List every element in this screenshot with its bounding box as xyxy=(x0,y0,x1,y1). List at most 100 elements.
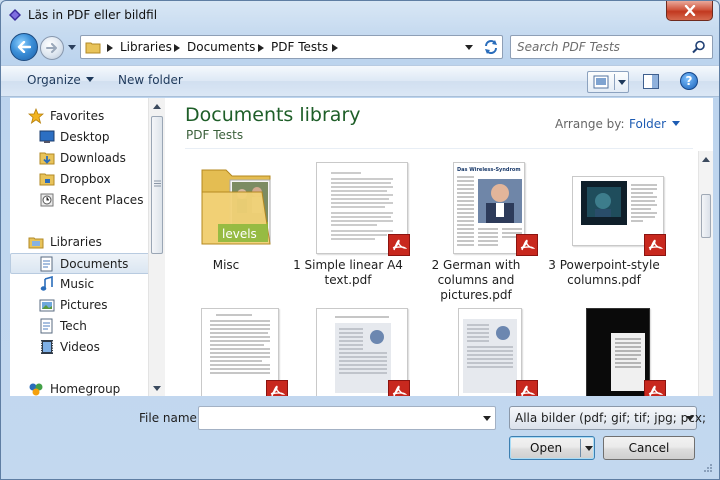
chevron-right-icon[interactable] xyxy=(107,44,113,52)
pdf-thumbnail xyxy=(316,308,410,396)
nav-pictures-label: Pictures xyxy=(60,298,108,312)
pdf-icon xyxy=(266,380,288,396)
address-history-dropdown-icon[interactable] xyxy=(464,45,474,51)
pdf-icon xyxy=(644,234,666,256)
folder-icon: levels xyxy=(201,169,271,245)
nav-pictures[interactable]: Pictures xyxy=(10,295,150,316)
music-icon xyxy=(40,276,53,291)
close-icon xyxy=(684,5,695,16)
close-button[interactable] xyxy=(666,1,713,21)
recent-locations-dropdown-icon[interactable] xyxy=(67,43,77,51)
nav-recent-places[interactable]: Recent Places xyxy=(10,190,150,211)
preview-pane-icon[interactable] xyxy=(643,74,659,89)
pdf-icon xyxy=(388,234,410,256)
pdf-thumbnail xyxy=(572,162,666,256)
arrange-by-dropdown[interactable]: Folder xyxy=(629,117,681,131)
nav-libraries[interactable]: Libraries xyxy=(10,232,150,253)
cancel-button-label: Cancel xyxy=(628,441,670,455)
open-button-label: Open xyxy=(530,441,563,455)
nav-documents[interactable]: Documents xyxy=(10,253,150,274)
search-icon[interactable] xyxy=(692,40,706,54)
app-diamond-icon xyxy=(9,9,21,21)
chevron-right-icon[interactable] xyxy=(332,44,338,52)
nav-desktop[interactable]: Desktop xyxy=(10,127,150,148)
breadcrumb-libraries[interactable]: Libraries xyxy=(120,40,172,54)
documents-icon xyxy=(40,256,53,272)
nav-videos[interactable]: Videos xyxy=(10,337,150,358)
scroll-up-icon[interactable] xyxy=(702,157,710,162)
breadcrumb-pdf-tests[interactable]: PDF Tests xyxy=(271,40,328,54)
file-list-scrollbar[interactable] xyxy=(698,151,713,396)
pdf-thumbnail: Das Wireless-Syndrom xyxy=(444,162,538,256)
nav-music-label: Music xyxy=(60,277,95,291)
arrange-by-value: Folder xyxy=(629,117,667,131)
refresh-button[interactable] xyxy=(479,35,503,59)
pdf-icon xyxy=(516,234,538,256)
nav-downloads-label: Downloads xyxy=(60,151,126,165)
organize-button[interactable]: Organize xyxy=(27,73,94,87)
file-item-label: 1 Simple linear A4 text.pdf xyxy=(293,258,403,287)
search-box[interactable] xyxy=(510,35,713,59)
cancel-button[interactable]: Cancel xyxy=(603,436,695,460)
dropbox-folder-icon xyxy=(39,173,55,186)
nav-desktop-label: Desktop xyxy=(60,130,110,144)
file-list-scroll-thumb[interactable] xyxy=(701,194,711,238)
file-type-filter-dropdown[interactable]: Alla bilder (pdf; gif; tif; jpg; pcx; xyxy=(509,406,706,430)
pdf-thumbnail xyxy=(572,308,666,396)
scroll-down-icon[interactable] xyxy=(153,386,161,391)
file-dialog-window: Läs in PDF eller bildfil Libraries Docum… xyxy=(0,0,720,480)
nav-homegroup[interactable]: Homegroup xyxy=(10,379,150,396)
chevron-right-icon[interactable] xyxy=(258,44,264,52)
file-item-label: Misc xyxy=(212,258,240,272)
window-title: Läs in PDF eller bildfil xyxy=(28,8,158,22)
command-bar: Organize New folder ? xyxy=(1,65,719,97)
folder-thumbnail: levels xyxy=(194,162,286,254)
nav-favorites[interactable]: Favorites xyxy=(10,106,150,127)
change-view-button[interactable] xyxy=(587,71,629,93)
organize-label: Organize xyxy=(27,73,81,87)
tech-library-icon xyxy=(40,318,53,334)
file-name-combobox[interactable] xyxy=(198,406,496,430)
caret-down-icon xyxy=(686,416,694,421)
pdf-thumbnail xyxy=(316,162,410,256)
nav-dropbox-label: Dropbox xyxy=(60,172,111,186)
forward-button[interactable] xyxy=(40,36,64,60)
search-input[interactable] xyxy=(517,39,687,55)
navigation-scroll-thumb[interactable] xyxy=(151,116,163,254)
caret-down-icon xyxy=(85,77,94,82)
address-bar[interactable]: Libraries Documents PDF Tests xyxy=(80,35,503,59)
file-list-pane: Documents library PDF Tests Arrange by: … xyxy=(165,98,713,396)
resize-grip-icon[interactable] xyxy=(701,463,713,475)
arrow-left-icon xyxy=(17,41,31,53)
breadcrumb-documents[interactable]: Documents xyxy=(187,40,255,54)
star-icon xyxy=(28,108,44,124)
navigation-pane: Favorites Desktop Downloads Dropbox Rece… xyxy=(10,98,164,396)
caret-down-icon[interactable] xyxy=(483,416,491,421)
arrange-by-label: Arrange by: xyxy=(555,117,625,131)
nav-music[interactable]: Music xyxy=(10,274,150,295)
open-button[interactable]: Open xyxy=(509,436,595,460)
nav-documents-label: Documents xyxy=(60,257,129,271)
scroll-up-icon[interactable] xyxy=(153,104,161,109)
arrow-right-icon xyxy=(46,43,57,53)
nav-recent-places-label: Recent Places xyxy=(60,193,144,207)
nav-videos-label: Videos xyxy=(60,340,100,354)
pdf-thumbnail xyxy=(194,308,288,396)
help-button[interactable]: ? xyxy=(680,72,698,90)
libraries-icon xyxy=(28,237,44,249)
file-item-label-text: 3 Powerpoint-style columns.pdf xyxy=(548,258,660,287)
nav-favorites-label: Favorites xyxy=(50,109,105,123)
file-name-label: File name: xyxy=(139,411,201,425)
caret-down-icon xyxy=(618,80,626,85)
homegroup-icon xyxy=(29,383,43,396)
nav-tech[interactable]: Tech xyxy=(10,316,150,337)
new-folder-button[interactable]: New folder xyxy=(118,73,183,87)
chevron-right-icon[interactable] xyxy=(174,44,180,52)
open-options-dropdown-icon[interactable] xyxy=(585,446,593,451)
back-button[interactable] xyxy=(10,33,38,61)
navigation-scrollbar[interactable] xyxy=(148,98,165,396)
german-header-text: Das Wireless-Syndrom xyxy=(457,167,521,173)
library-title: Documents library xyxy=(185,104,361,126)
nav-downloads[interactable]: Downloads xyxy=(10,148,150,169)
nav-dropbox[interactable]: Dropbox xyxy=(10,169,150,190)
